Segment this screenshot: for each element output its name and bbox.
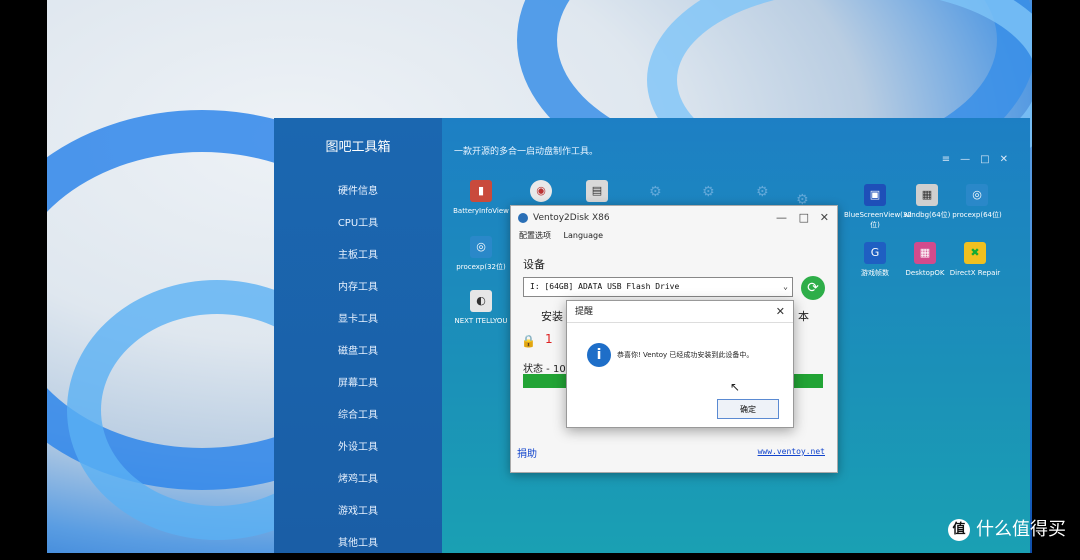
nav-item-peripheral[interactable]: 外设工具 bbox=[274, 432, 442, 464]
app-procexp64[interactable]: ◎ procexp(64位) bbox=[946, 184, 1008, 220]
device-select[interactable]: I: [64GB] ADATA USB Flash Drive ⌄ bbox=[523, 277, 793, 297]
nav-item-general[interactable]: 综合工具 bbox=[274, 400, 442, 432]
gear-icon: ⚙ bbox=[702, 184, 715, 200]
nav-item-stress[interactable]: 烤鸡工具 bbox=[274, 464, 442, 496]
nav-item-game[interactable]: 游戏工具 bbox=[274, 496, 442, 528]
directx-icon: ✖ bbox=[964, 242, 986, 264]
toolbox-subtitle: 一款开源的多合一启动盘制作工具。 bbox=[454, 147, 599, 157]
disc-icon: ◉ bbox=[530, 180, 552, 202]
ok-button[interactable]: 确定 bbox=[717, 399, 779, 419]
ventoy-title: Ventoy2Disk X86 bbox=[533, 213, 610, 223]
toolbox-title: 图吧工具箱 bbox=[325, 140, 391, 155]
message-dialog: 提醒 ✕ i 恭喜你! Ventoy 已经成功安装到此设备中。 确定 bbox=[566, 300, 794, 428]
watermark: 值什么值得买 bbox=[948, 515, 1066, 541]
gear-icon: ⚙ bbox=[756, 184, 769, 200]
dialog-titlebar: 提醒 ✕ bbox=[567, 301, 793, 323]
version-label: 本 bbox=[798, 310, 809, 323]
status-text: 状态 - 10 bbox=[523, 364, 566, 375]
magnifier-icon: ◎ bbox=[470, 236, 492, 258]
donate-link[interactable]: 捐助 bbox=[517, 445, 537, 460]
menu-config-options[interactable]: 配置选项 bbox=[519, 231, 551, 240]
nav-item-screen[interactable]: 屏幕工具 bbox=[274, 368, 442, 400]
monitor-icon: ▣ bbox=[864, 184, 886, 206]
app-directx-repair[interactable]: ✖ DirectX Repair bbox=[944, 242, 1006, 278]
install-version-value: 1 bbox=[545, 332, 553, 346]
mouse-cursor-icon: ↖ bbox=[730, 380, 741, 394]
nav-item-motherboard[interactable]: 主板工具 bbox=[274, 240, 442, 272]
maximize-icon[interactable]: □ bbox=[799, 206, 809, 230]
photo-edge bbox=[1032, 0, 1080, 553]
dialog-message: 恭喜你! Ventoy 已经成功安装到此设备中。 bbox=[617, 351, 754, 359]
drive-icon: ▤ bbox=[586, 180, 608, 202]
refresh-button[interactable]: ⟳ bbox=[801, 276, 825, 300]
minimize-icon[interactable]: — bbox=[776, 206, 787, 230]
ventoy-titlebar: Ventoy2Disk X86 — □ ✕ bbox=[511, 206, 837, 230]
magnifier-icon: ◎ bbox=[966, 184, 988, 206]
watermark-text: 什么值得买 bbox=[976, 519, 1066, 540]
grid-icon: ▦ bbox=[914, 242, 936, 264]
battery-icon: ▮ bbox=[470, 180, 492, 202]
gear-icon: ⚙ bbox=[649, 184, 662, 200]
nav-item-other[interactable]: 其他工具 bbox=[274, 528, 442, 560]
app-next-itellyou[interactable]: ◐ NEXT ITELLYOU bbox=[450, 290, 512, 326]
nav-item-disk[interactable]: 磁盘工具 bbox=[274, 336, 442, 368]
website-icon: ◐ bbox=[470, 290, 492, 312]
close-icon[interactable]: ✕ bbox=[820, 206, 829, 230]
nav-item-cpu[interactable]: CPU工具 bbox=[274, 208, 442, 240]
toolbox-sidebar: 图吧工具箱 硬件信息 CPU工具 主板工具 内存工具 显卡工具 磁盘工具 屏幕工… bbox=[274, 118, 442, 553]
fps-icon: G bbox=[864, 242, 886, 264]
device-value: I: [64GB] ADATA USB Flash Drive bbox=[530, 282, 680, 291]
close-icon[interactable]: ✕ bbox=[776, 301, 785, 323]
nav-item-hardware[interactable]: 硬件信息 bbox=[274, 176, 442, 208]
app-drive[interactable]: ▤ bbox=[566, 180, 628, 206]
watermark-logo-icon: 值 bbox=[948, 519, 970, 541]
window-controls[interactable]: ≡—□✕ bbox=[942, 154, 1018, 165]
toolbox-nav: 硬件信息 CPU工具 主板工具 内存工具 显卡工具 磁盘工具 屏幕工具 综合工具… bbox=[274, 176, 442, 560]
ventoy-menubar: 配置选项 Language bbox=[511, 230, 837, 246]
device-label: 设备 bbox=[523, 258, 545, 271]
nav-item-memory[interactable]: 内存工具 bbox=[274, 272, 442, 304]
install-label: 安装 bbox=[541, 310, 563, 323]
dialog-title: 提醒 bbox=[575, 307, 594, 317]
ventoy-logo-icon bbox=[518, 213, 528, 223]
app-batteryinfoview[interactable]: ▮ BatteryInfoView bbox=[450, 180, 512, 216]
lock-icon: 🔒 bbox=[521, 334, 536, 348]
website-link[interactable]: www.ventoy.net bbox=[758, 447, 825, 456]
info-icon: i bbox=[587, 343, 611, 367]
chevron-down-icon: ⌄ bbox=[783, 282, 788, 291]
app-procexp32[interactable]: ◎ procexp(32位) bbox=[450, 236, 512, 272]
menu-language[interactable]: Language bbox=[564, 231, 603, 240]
debugger-icon: ▦ bbox=[916, 184, 938, 206]
app-cd[interactable]: ◉ bbox=[510, 180, 572, 206]
nav-item-gpu[interactable]: 显卡工具 bbox=[274, 304, 442, 336]
